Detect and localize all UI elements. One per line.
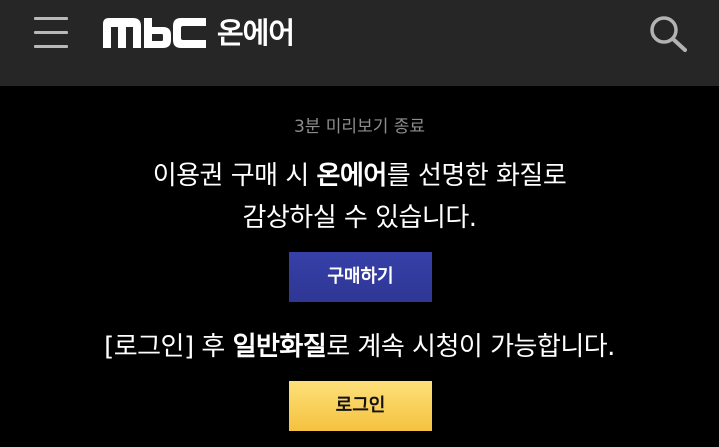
brand-logo[interactable]: 온에어: [103, 16, 295, 50]
buy-button[interactable]: 구매하기: [289, 252, 432, 302]
mbc-logo-icon: [103, 18, 206, 48]
preview-ended-panel: 3분 미리보기 종료 이용권 구매 시 온에어를 선명한 화질로 감상하실 수 …: [0, 86, 719, 447]
service-name: 온에어: [217, 16, 295, 50]
purchase-message-line2: 감상하실 수 있습니다.: [242, 203, 477, 233]
purchase-message-text: 를 선명한 화질로: [386, 161, 567, 191]
hamburger-menu-icon[interactable]: [34, 16, 70, 50]
purchase-message-line1: 이용권 구매 시 온에어를 선명한 화질로: [0, 158, 719, 194]
preview-end-notice: 3분 미리보기 종료: [293, 117, 426, 137]
login-button[interactable]: 로그인: [289, 381, 432, 431]
login-message-text: 로 계속 시청이 가능합니다.: [326, 332, 615, 362]
login-message-text: [로그인] 후: [104, 332, 233, 362]
purchase-message-highlight: 온에어: [316, 161, 388, 191]
search-icon[interactable]: [648, 14, 690, 54]
login-message-highlight: 일반화질: [232, 332, 327, 362]
top-header: 온에어: [0, 0, 719, 86]
purchase-message-text: 이용권 구매 시: [152, 161, 317, 191]
login-message: [로그인] 후 일반화질로 계속 시청이 가능합니다.: [0, 329, 719, 365]
